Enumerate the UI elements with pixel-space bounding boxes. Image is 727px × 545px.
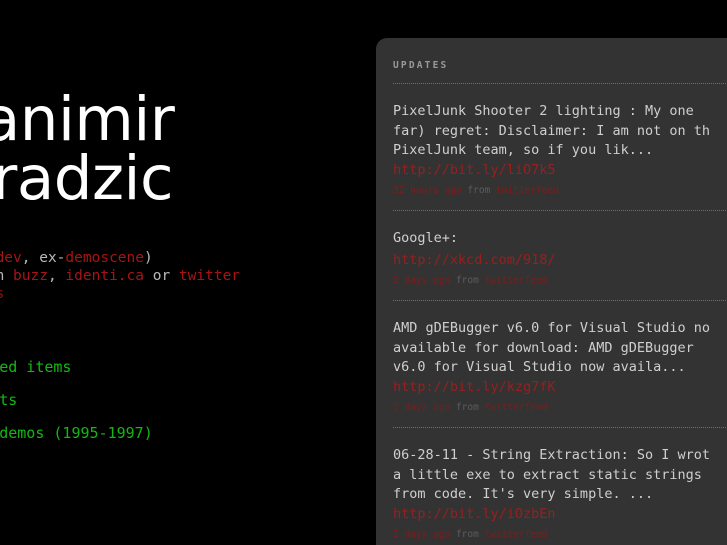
link-button-label: my tweets [0,390,18,409]
update-link[interactable]: http://bit.ly/liO7k5 [393,161,727,181]
follow-sep-1: , [47,267,66,284]
update-text: PixelJunk Shooter 2 lighting : My one fa… [393,102,727,161]
update-meta-time: 2 days ago [393,275,451,286]
update-text-line: AMD gDEBugger v6.0 for Visual Studio no [393,320,710,336]
update-text-line: far) regret: Disclaimer: I am not on th [393,122,710,139]
update-meta-time: 2 days ago [393,529,451,540]
feed-item-the-daily[interactable]: e Daily [0,303,377,321]
update-text: Google+: [393,229,727,249]
update-text-line: PixelJunk Shooter 2 lighting : My one [393,103,694,119]
update-text-line: a little exe to extract static strings [393,466,702,483]
feed-item-duckduckgo[interactable]: ckDuckGo [0,321,377,339]
update-meta-source[interactable]: twitterfeed [485,275,548,286]
update-meta-from: from [455,275,479,286]
link-button-label: my shared items [0,357,72,376]
update-link[interactable]: http://bit.ly/kzg7fK [393,378,727,398]
link-button-my-old-demos[interactable]: my old demos (1995-1997) [0,421,377,445]
updates-panel-title: UPDATES [393,60,449,71]
link-button-my-tweets[interactable]: my tweets [0,388,377,412]
tagline-suffix: ) [144,249,153,266]
feed-list: ared Items e Daily ckDuckGo [0,285,377,339]
follow-line: llow me on buzz, identi.ca or twitter [0,267,377,285]
link-button-my-shared-items[interactable]: my shared items [0,355,377,379]
update-meta: 2 days ago from twitterfeed [393,528,727,541]
update-link[interactable]: http://xkcd.com/918/ [393,252,556,268]
update-meta-source[interactable]: twitterfeed [485,402,548,413]
update-meta-source[interactable]: twitterfeed [485,529,548,540]
update-text: 06-28-11 - String Extraction: So I wrot … [393,446,727,505]
update-item[interactable]: PixelJunk Shooter 2 lighting : My one fa… [393,85,727,210]
update-meta-time: 32 hours ago [393,185,462,196]
update-text: AMD gDEBugger v6.0 for Visual Studio no … [393,319,727,378]
tagline-mid: , ex- [21,249,66,266]
update-item[interactable]: AMD gDEBugger v6.0 for Visual Studio no … [393,302,727,427]
update-text-line: v6.0 for Visual Studio now availa... [393,359,686,375]
update-meta-source[interactable]: twitterfeed [496,185,559,196]
page-title-line-2: Karadzic [0,142,174,214]
update-meta-from: from [455,529,479,540]
link-identica[interactable]: identi.ca [65,268,144,284]
link-button-list: my shared items my tweets my old demos (… [0,355,377,445]
page-title: Branimir Karadzic [0,41,377,214]
link-buzz[interactable]: buzz [13,268,48,284]
update-text-line: available for download: AMD gDEBugger [393,339,694,356]
update-item[interactable]: 06-28-11 - String Extraction: So I wrot … [393,429,727,545]
update-meta-from: from [455,402,479,413]
update-link[interactable]: http://bit.ly/iOzbEn [393,505,727,525]
update-meta-time: 2 days ago [393,402,451,413]
feed-item-shared-items[interactable]: ared Items [0,285,377,303]
update-text-line: PixelJunk team, so if you lik... [393,142,654,158]
contact-link[interactable]: ntact [0,461,377,479]
update-text-line: from code. It's very simple. ... [393,486,654,502]
follow-sep-2: or [144,267,179,284]
update-meta: 2 days ago from twitterfeed [393,274,727,287]
update-meta-from: from [467,185,491,196]
updates-panel: UPDATES PixelJunk Shooter 2 lighting : M… [376,38,727,545]
link-button-label: my old demos (1995-1997) [0,423,153,442]
tagline-block: der (gamedev, ex-demoscene) llow me on b… [0,249,377,285]
link-gamedev[interactable]: gamedev [0,250,22,266]
link-twitter[interactable]: twitter [179,268,240,284]
update-text-line: 06-28-11 - String Extraction: So I wrot [393,447,710,463]
update-item[interactable]: Google+: http://xkcd.com/918/ 2 days ago… [393,212,727,300]
follow-prefix: llow me on [0,268,13,284]
tagline-role: der (gamedev, ex-demoscene) [0,249,377,267]
update-meta: 2 days ago from twitterfeed [393,401,727,414]
update-text-line: Google+: [393,230,459,246]
update-meta: 32 hours ago from twitterfeed [393,184,727,197]
link-demoscene[interactable]: demoscene [65,250,144,266]
main-content-column: Branimir Karadzic der (gamedev, ex-demos… [0,0,377,545]
